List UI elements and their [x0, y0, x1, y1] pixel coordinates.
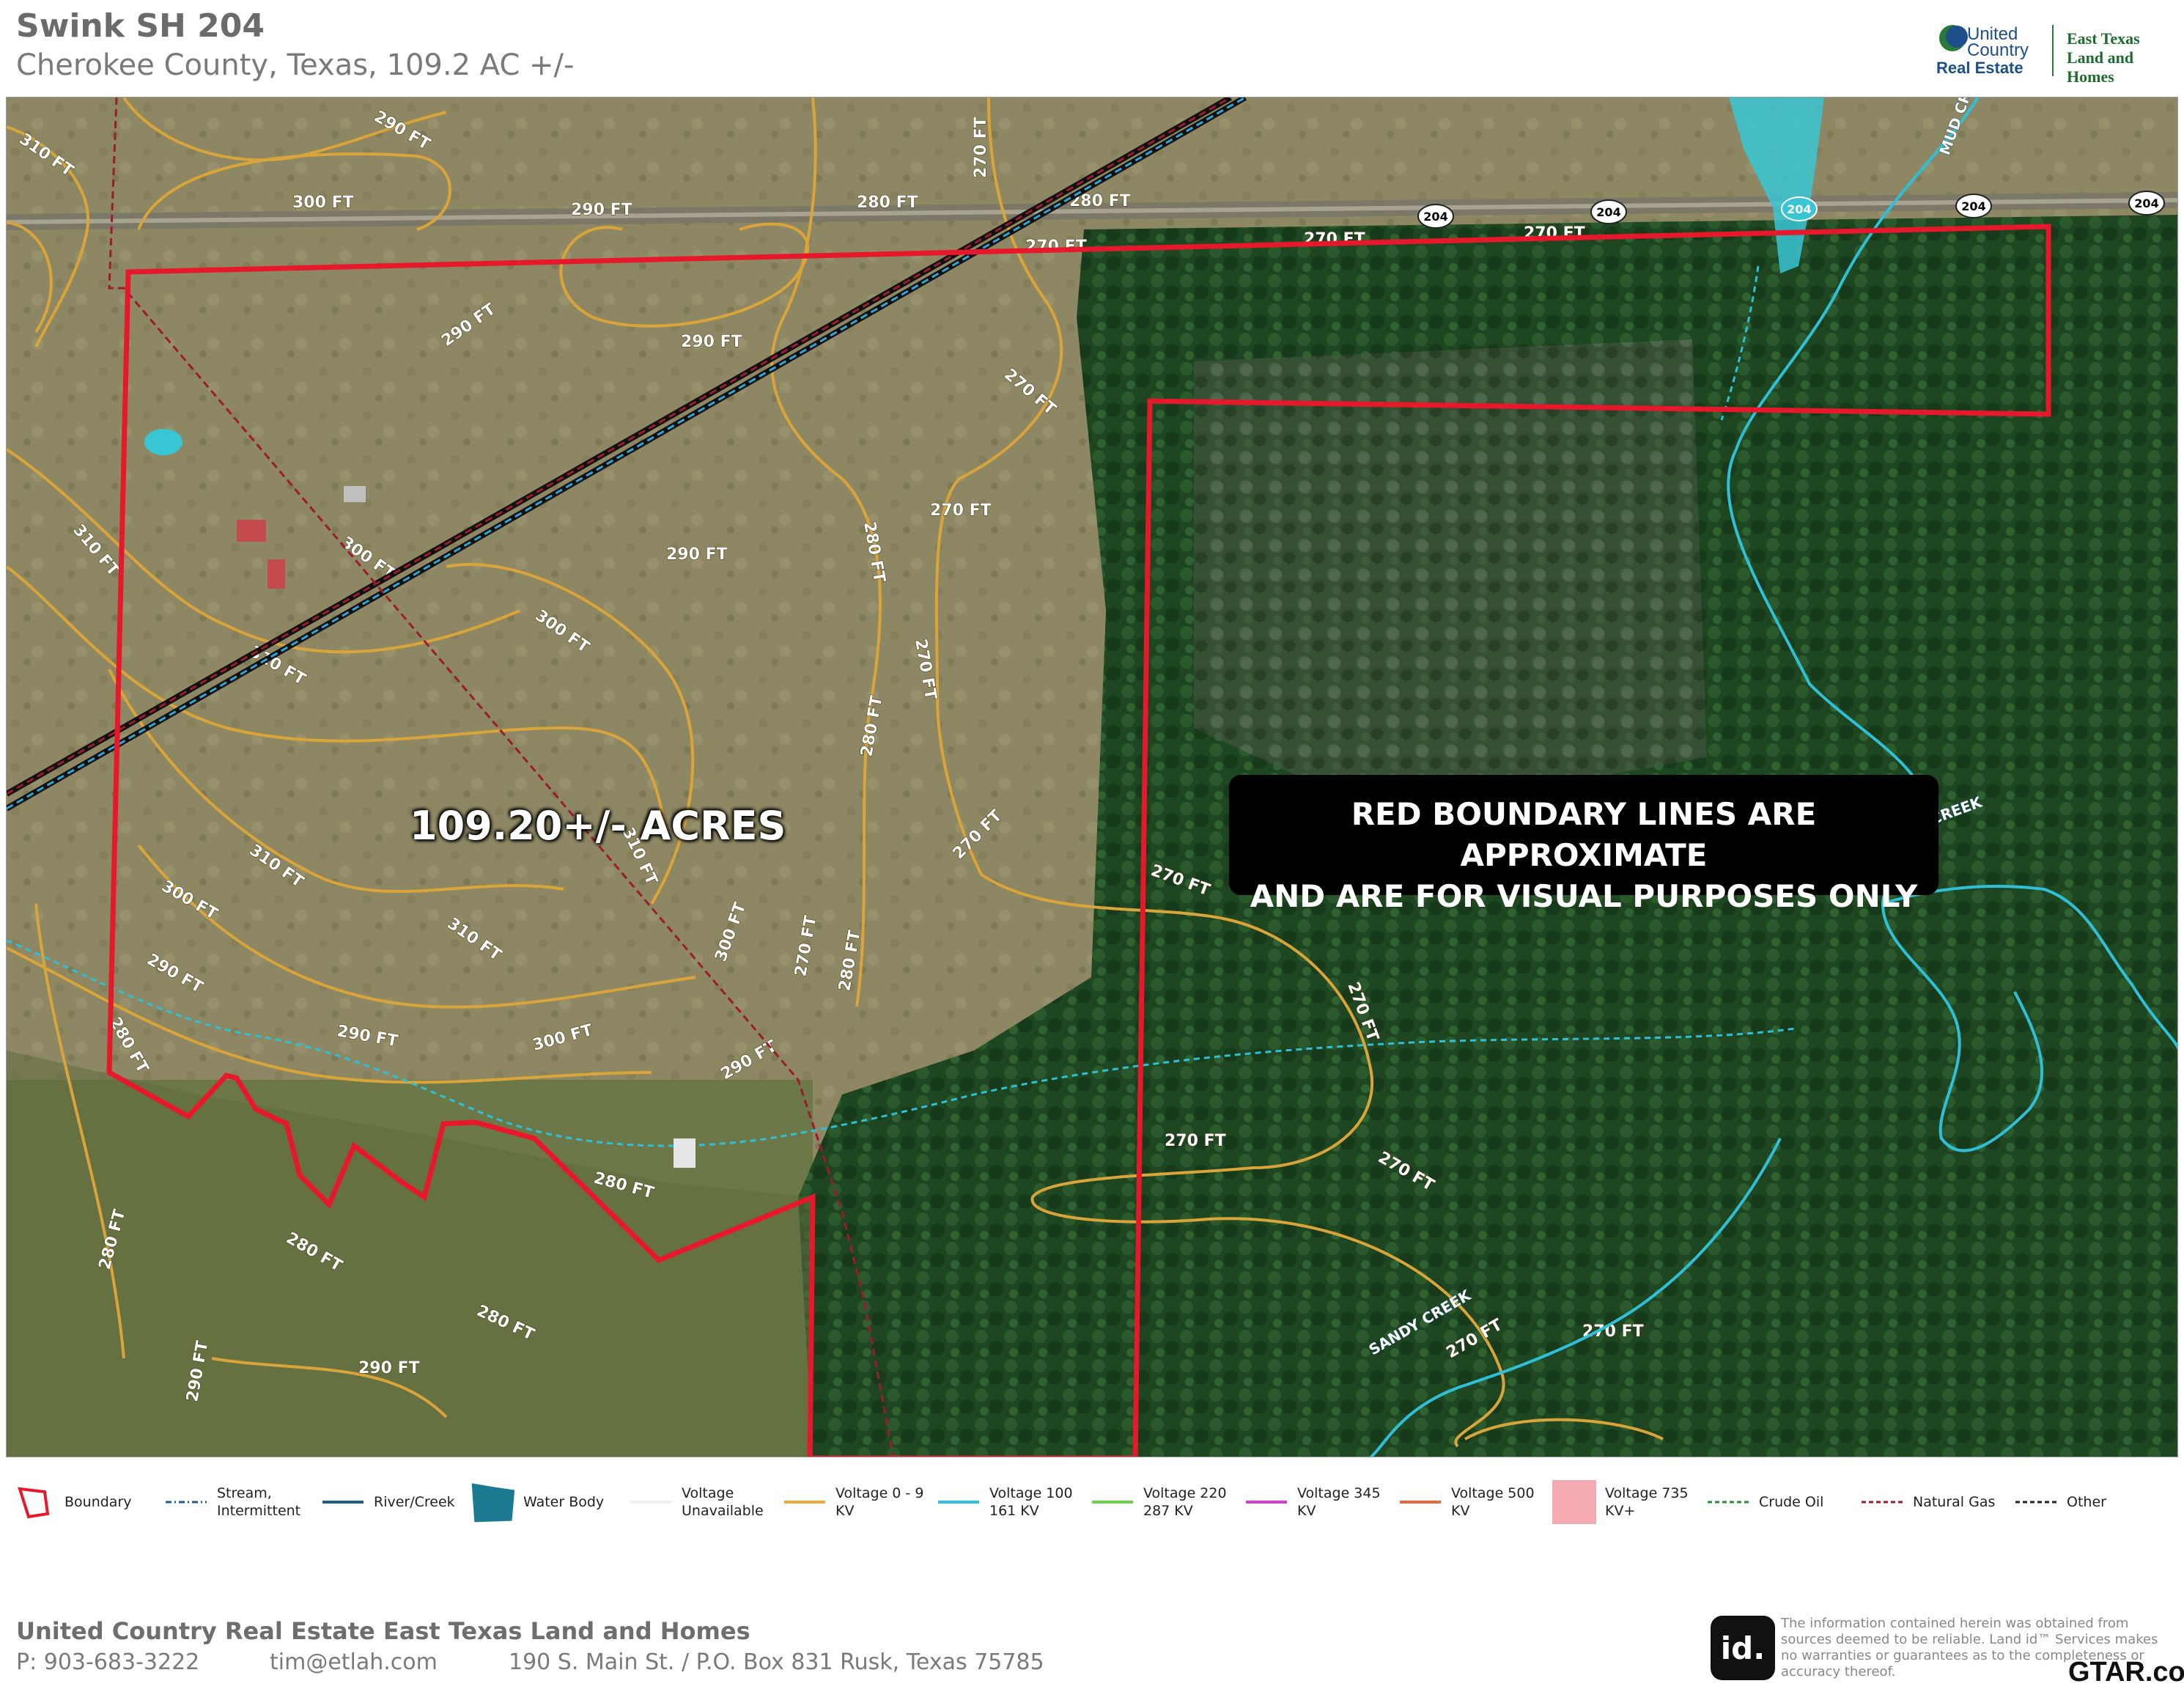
legend-item-voltage-100: Voltage 100 161 KV: [935, 1469, 1073, 1535]
legend-item-voltage-220: Voltage 220 287 KV: [1089, 1469, 1227, 1535]
legend-item-river: River/Creek: [320, 1469, 455, 1535]
page-header: Swink SH 204 Cherokee County, Texas, 109…: [0, 0, 2184, 95]
legend-label: Boundary: [64, 1494, 132, 1510]
legend-label: Voltage 500 KV: [1451, 1485, 1535, 1519]
svg-text:270 FT: 270 FT: [1582, 1322, 1644, 1341]
voltage-100-161-icon: [935, 1480, 982, 1524]
legend-label: Water Body: [523, 1494, 605, 1510]
voltage-735-icon: [1551, 1480, 1598, 1524]
natural-gas-icon: [1859, 1480, 1906, 1524]
legend-label: Voltage Unavailable: [682, 1485, 764, 1519]
contact-phone: P: 903-683-3222: [16, 1649, 200, 1675]
svg-text:300 FT: 300 FT: [292, 194, 354, 212]
brand-tag1: East Texas: [2067, 29, 2140, 48]
notice-line1: RED BOUNDARY LINES ARE APPROXIMATE: [1351, 796, 1817, 873]
boundary-polygon-icon: [10, 1480, 57, 1524]
legend-item-boundary: Boundary: [10, 1469, 132, 1535]
svg-text:270 FT: 270 FT: [930, 501, 992, 520]
stream-intermittent-icon: [163, 1480, 210, 1524]
legend-item-other: Other: [2013, 1469, 2106, 1535]
map-legend: Boundary Stream, Intermittent River/Cree…: [0, 1469, 2184, 1535]
legend-label: Natural Gas: [1913, 1494, 1996, 1510]
svg-text:204: 204: [1596, 205, 1620, 219]
legend-item-crude-oil: Crude Oil: [1705, 1469, 1823, 1535]
voltage-500-icon: [1397, 1480, 1444, 1524]
crude-oil-icon: [1705, 1480, 1752, 1524]
svg-text:270 FT: 270 FT: [1165, 1132, 1226, 1150]
brand-line2: Country: [1967, 40, 2029, 60]
legend-label: Stream, Intermittent: [217, 1485, 301, 1519]
svg-text:270 FT: 270 FT: [972, 117, 990, 178]
legend-item-voltage-735: Voltage 735 KV+: [1551, 1469, 1689, 1535]
page-title: Swink SH 204: [16, 7, 265, 45]
svg-text:290 FT: 290 FT: [681, 333, 742, 351]
legend-item-stream: Stream, Intermittent: [163, 1469, 300, 1535]
brand-line3: Real Estate: [1936, 59, 2023, 77]
svg-text:290 FT: 290 FT: [666, 545, 728, 564]
bare-forest-patch: [1194, 339, 1707, 816]
page-subtitle: Cherokee County, Texas, 109.2 AC +/-: [16, 48, 575, 82]
svg-text:204: 204: [1423, 210, 1447, 224]
notice-line2: AND ARE FOR VISUAL PURPOSES ONLY: [1250, 878, 1918, 914]
svg-text:280 FT: 280 FT: [857, 194, 918, 212]
brand-divider: [2052, 25, 2054, 76]
legend-item-voltage-unavailable: Voltage Unavailable: [627, 1469, 764, 1535]
gtar-logo: GTAR.com: [2068, 1657, 2184, 1688]
brand-logo: United Country Real Estate East Texas Land…: [1935, 22, 2177, 86]
voltage-345-icon: [1243, 1480, 1290, 1524]
legend-label: Voltage 345 KV: [1297, 1485, 1381, 1519]
page-footer: United Country Real Estate East Texas La…: [0, 1598, 2184, 1689]
legend-label: River/Creek: [374, 1494, 455, 1510]
water-body-icon: [469, 1480, 516, 1524]
voltage-unavailable-icon: [627, 1480, 674, 1524]
legend-label: Voltage 220 287 KV: [1143, 1485, 1227, 1519]
legend-item-natural-gas: Natural Gas: [1859, 1469, 1995, 1535]
contact-address: 190 S. Main St. / P.O. Box 831 Rusk, Tex…: [509, 1649, 1044, 1675]
river-creek-icon: [320, 1480, 366, 1524]
contact-email[interactable]: tim@etlah.com: [270, 1649, 438, 1675]
svg-text:204: 204: [1961, 199, 1985, 213]
legend-label: Other: [2067, 1494, 2106, 1510]
voltage-0-9-icon: [781, 1480, 828, 1524]
voltage-220-287-icon: [1089, 1480, 1136, 1524]
svg-text:204: 204: [1787, 202, 1811, 216]
legend-label: Voltage 735 KV+: [1605, 1485, 1689, 1519]
aerial-map[interactable]: 204 204 204 204 204 310 FT 290 FT 300 FT…: [6, 97, 2178, 1457]
boundary-notice: RED BOUNDARY LINES ARE APPROXIMATE AND A…: [1229, 775, 1938, 914]
company-name: United Country Real Estate East Texas La…: [16, 1617, 750, 1645]
legend-item-water: Water Body: [469, 1469, 604, 1535]
svg-text:270 FT: 270 FT: [1025, 238, 1087, 256]
brand-tag2: Land and Homes: [2067, 48, 2134, 86]
legend-item-voltage-345: Voltage 345 KV: [1243, 1469, 1381, 1535]
land-id-logo-icon: id.: [1711, 1616, 1775, 1680]
svg-text:290 FT: 290 FT: [571, 201, 632, 219]
other-line-icon: [2013, 1480, 2059, 1524]
legend-label: Voltage 0 - 9 KV: [835, 1485, 924, 1519]
svg-text:290 FT: 290 FT: [358, 1359, 420, 1377]
legend-label: Crude Oil: [1759, 1494, 1824, 1510]
legend-label: Voltage 100 161 KV: [989, 1485, 1073, 1519]
acres-label: 109.20+/- ACRES: [410, 803, 786, 849]
legend-item-voltage-0-9: Voltage 0 - 9 KV: [781, 1469, 923, 1535]
legend-item-voltage-500: Voltage 500 KV: [1397, 1469, 1535, 1535]
svg-text:204: 204: [2134, 196, 2158, 210]
